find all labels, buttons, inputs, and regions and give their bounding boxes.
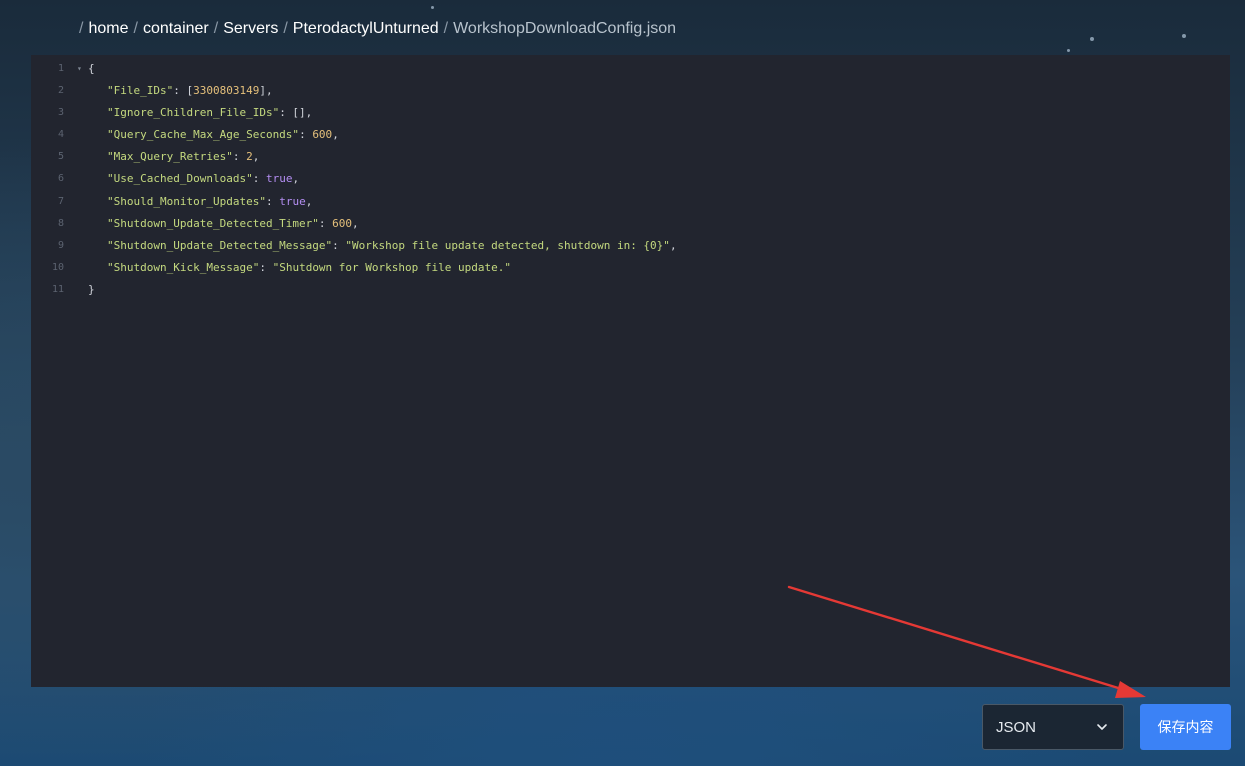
code-token: "Shutdown_Kick_Message" <box>107 260 260 274</box>
background-star <box>1182 34 1186 38</box>
code-editor[interactable]: 1 ▾ {2 "File_IDs": [3300803149], 3 "Ignore_Ch… <box>31 55 1230 687</box>
code-text: "Use_Cached_Downloads": true, <box>107 168 299 190</box>
code-token: : <box>259 260 273 274</box>
code-token: } <box>88 282 95 296</box>
code-token: "Shutdown_Update_Detected_Timer" <box>107 216 319 230</box>
code-token: , <box>305 194 313 208</box>
code-token: , <box>669 238 677 252</box>
line-number: 8 <box>57 217 64 229</box>
code-token: : <box>252 172 266 186</box>
code-token: "Shutdown_Update_Detected_Message" <box>107 238 333 252</box>
code-token: true <box>265 172 293 186</box>
code-line: 2 "File_IDs": [3300803149], <box>31 80 1230 102</box>
language-mode-value: JSON <box>996 718 1037 736</box>
code-token: , <box>332 128 339 142</box>
line-number: 7 <box>57 195 64 207</box>
code-text: { <box>88 58 95 80</box>
code-text: "Ignore_Children_File_IDs": [], <box>107 102 312 124</box>
background-star <box>1067 49 1070 52</box>
code-line: 10 "Shutdown_Kick_Message": "Shutdown for… <box>31 257 1230 279</box>
code-text: "Shutdown_Kick_Message": "Shutdown for W… <box>107 257 511 279</box>
code-token: "Ignore_Children_File_IDs" <box>107 106 280 120</box>
code-token: , <box>352 216 359 230</box>
code-text: "Shutdown_Update_Detected_Timer": 600, <box>107 213 359 235</box>
breadcrumb: / home / container / Servers / Pterodact… <box>79 18 676 40</box>
breadcrumb-item-servers[interactable]: Servers <box>223 20 278 38</box>
code-line: 3 "Ignore_Children_File_IDs": [], <box>31 102 1230 124</box>
code-token: 600 <box>332 216 353 230</box>
code-text: "Shutdown_Update_Detected_Message": "Wor… <box>107 235 677 257</box>
code-token: "Shutdown for Workshop file update." <box>272 260 511 274</box>
breadcrumb-separator: / <box>443 20 449 37</box>
breadcrumb-item-container[interactable]: container <box>143 20 209 38</box>
code-token: ], <box>259 84 273 98</box>
code-token: : <box>265 194 280 208</box>
line-number: 5 <box>57 151 64 163</box>
fold-toggle-icon[interactable]: ▾ <box>77 58 82 80</box>
code-text: "File_IDs": [3300803149], <box>107 80 273 102</box>
breadcrumb-current-file: WorkshopDownloadConfig.json <box>453 20 677 37</box>
breadcrumb-item-pterodactylunturned[interactable]: PterodactylUnturned <box>293 20 439 38</box>
code-token: "File_IDs" <box>107 84 174 98</box>
breadcrumb-separator: / <box>79 20 84 37</box>
code-text: } <box>88 279 95 301</box>
code-text: "Should_Monitor_Updates": true, <box>107 191 312 213</box>
code-token: "Use_Cached_Downloads" <box>107 172 253 186</box>
breadcrumb-separator: / <box>213 20 219 37</box>
code-token: , <box>252 150 260 164</box>
line-number: 2 <box>57 85 64 97</box>
code-token: : <box>318 216 333 230</box>
line-number: 1 <box>57 63 64 74</box>
code-token: "Should_Monitor_Updates" <box>107 194 266 208</box>
code-text: "Query_Cache_Max_Age_Seconds": 600, <box>107 124 339 146</box>
code-line: 1 ▾ { <box>31 58 1230 80</box>
code-token: "Workshop file update detected, shutdown… <box>345 238 670 252</box>
code-token: 2 <box>246 150 253 164</box>
code-token: : <box>232 150 247 164</box>
breadcrumb-item-home[interactable]: home <box>88 20 128 38</box>
breadcrumb-separator: / <box>283 20 288 37</box>
chevron-down-icon <box>1097 724 1107 730</box>
background-star <box>431 6 434 9</box>
code-token: "Query_Cache_Max_Age_Seconds" <box>107 128 300 142</box>
code-line: 11} <box>31 279 1230 301</box>
code-token: 3300803149 <box>193 84 260 98</box>
language-mode-select[interactable]: JSON <box>982 704 1124 750</box>
background-star <box>1090 37 1094 41</box>
code-token: , <box>292 172 300 186</box>
code-line: 4 "Query_Cache_Max_Age_Seconds": 600, <box>31 124 1230 146</box>
line-number: 10 <box>51 261 64 273</box>
code-token: : <box>299 128 313 142</box>
code-token: "Max_Query_Retries" <box>107 150 233 164</box>
code-token: { <box>88 62 95 75</box>
code-line: 7 "Should_Monitor_Updates": true, <box>31 191 1230 213</box>
code-line: 9 "Shutdown_Update_Detected_Message": "Wo… <box>31 235 1230 257</box>
line-number: 3 <box>57 107 64 119</box>
line-number: 6 <box>57 173 64 185</box>
save-content-button[interactable]: 保存内容 <box>1140 704 1231 750</box>
code-line: 6 "Use_Cached_Downloads": true, <box>31 168 1230 190</box>
code-token: true <box>279 194 306 208</box>
breadcrumb-separator: / <box>133 20 138 37</box>
code-line: 8 "Shutdown_Update_Detected_Timer": 600, <box>31 213 1230 235</box>
line-number: 11 <box>51 283 64 295</box>
code-line: 5 "Max_Query_Retries": 2, <box>31 146 1230 168</box>
line-number: 4 <box>57 129 64 141</box>
code-text: "Max_Query_Retries": 2, <box>107 146 259 168</box>
code-token: : [], <box>279 106 313 120</box>
code-token: : [ <box>173 84 194 98</box>
line-number: 9 <box>57 239 64 251</box>
code-token: : <box>332 238 346 252</box>
code-token: 600 <box>312 128 333 142</box>
